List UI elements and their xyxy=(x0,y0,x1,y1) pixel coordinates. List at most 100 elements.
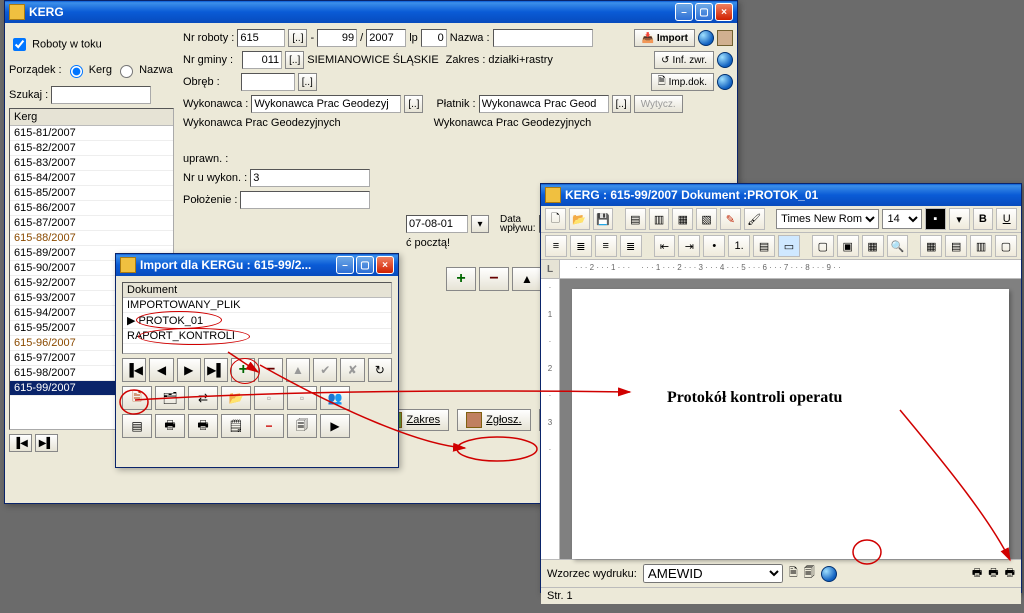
nav-up[interactable]: ▲ xyxy=(512,267,542,291)
align-justify-icon[interactable]: ≣ xyxy=(620,235,642,257)
import-ico-minus[interactable]: − xyxy=(254,414,284,438)
roboty-w-toku-checkbox[interactable] xyxy=(13,38,26,51)
font-select[interactable]: Times New Rom xyxy=(776,209,879,229)
import-ico-open[interactable]: 📂 xyxy=(221,386,251,410)
align-center-icon[interactable]: ≣ xyxy=(570,235,592,257)
list-item[interactable]: 615-81/2007 xyxy=(10,126,173,141)
import-list-item[interactable]: ▶ PROTOK_01 xyxy=(123,313,391,329)
import-last[interactable]: ▶▌ xyxy=(204,358,228,382)
import-ico-ppl[interactable]: 👥 xyxy=(320,386,350,410)
new-icon[interactable]: 🗋 xyxy=(545,208,566,230)
list-item[interactable]: 615-87/2007 xyxy=(10,216,173,231)
date-picker[interactable]: ▾ xyxy=(471,215,489,233)
zoom-icon[interactable]: 🔍 xyxy=(887,235,909,257)
import-edit[interactable]: ▲ xyxy=(286,358,310,382)
import-list[interactable]: Dokument IMPORTOWANY_PLIK▶ PROTOK_01 RAP… xyxy=(122,282,392,354)
wykonawca-input[interactable] xyxy=(251,95,401,113)
nr-roboty-seq[interactable] xyxy=(317,29,357,47)
import-ico-doc[interactable]: 🗎 xyxy=(122,386,152,410)
list-item[interactable]: 615-83/2007 xyxy=(10,156,173,171)
fill-icon[interactable]: ▣ xyxy=(837,235,859,257)
row-icon[interactable]: ▤ xyxy=(945,235,967,257)
radio-nazwa[interactable] xyxy=(120,65,133,78)
nav-minus[interactable]: − xyxy=(479,267,509,291)
list-item[interactable]: 615-85/2007 xyxy=(10,186,173,201)
import-ico-right[interactable]: ▶ xyxy=(320,414,350,438)
doc-icon[interactable]: 🗎 xyxy=(789,564,798,583)
radio-kerg[interactable] xyxy=(70,65,83,78)
globe-icon-editor[interactable] xyxy=(821,566,837,582)
import-ico-print[interactable]: 🖶 xyxy=(155,414,185,438)
view-2-icon[interactable]: ▥ xyxy=(649,208,670,230)
nav-plus[interactable]: + xyxy=(446,267,476,291)
import-ico-d1[interactable]: ▫ xyxy=(254,386,284,410)
list-item[interactable]: 615-82/2007 xyxy=(10,141,173,156)
import-del[interactable]: − xyxy=(258,358,282,382)
inf-zwr-button[interactable]: ↺Inf. zwr. xyxy=(654,51,714,69)
color-picker[interactable]: ▪ xyxy=(925,208,946,230)
import-ico-copy[interactable]: 🗐 xyxy=(287,414,317,438)
zglosz-button[interactable]: Zgłosz. xyxy=(457,409,530,431)
platnik-input[interactable] xyxy=(479,95,609,113)
import-list-item[interactable]: IMPORTOWANY_PLIK xyxy=(123,298,391,313)
list-nav-first[interactable]: ▐◀ xyxy=(9,434,32,452)
view-4-icon[interactable]: ▧ xyxy=(696,208,717,230)
import-list-item[interactable]: RAPORT_KONTROLI xyxy=(123,329,391,344)
import-next[interactable]: ▶ xyxy=(177,358,201,382)
import-button[interactable]: 📥Import xyxy=(634,29,695,47)
wytycz-button[interactable]: Wytycz. xyxy=(634,95,683,113)
nr-roboty-input[interactable] xyxy=(237,29,285,47)
view-1-icon[interactable]: ▤ xyxy=(625,208,646,230)
align-right-icon[interactable]: ≡ xyxy=(595,235,617,257)
table-icon[interactable]: ▦ xyxy=(920,235,942,257)
import-ico-d2[interactable]: ▫ xyxy=(287,386,317,410)
close-button[interactable]: × xyxy=(715,3,733,21)
list-item[interactable]: 615-84/2007 xyxy=(10,171,173,186)
import-titlebar[interactable]: Import dla KERGu : 615-99/2... – ▢ × xyxy=(116,254,398,276)
grid-icon[interactable]: ▦ xyxy=(862,235,884,257)
import-minimize-button[interactable]: – xyxy=(336,256,354,274)
underline-button[interactable]: U xyxy=(996,208,1017,230)
editor-page[interactable]: Protokół kontroli operatu xyxy=(572,289,1009,559)
print-1-icon[interactable]: 🖶 xyxy=(972,564,982,583)
wzorzec-select[interactable]: AMEWID xyxy=(643,564,783,583)
save-icon[interactable]: 💾 xyxy=(593,208,614,230)
paint-icon[interactable]: ✎ xyxy=(720,208,741,230)
print-2-icon[interactable]: 🖶 xyxy=(988,564,998,583)
lp-input[interactable] xyxy=(421,29,447,47)
size-select[interactable]: 14 xyxy=(882,209,922,229)
import-ico-note[interactable]: 🗒 xyxy=(221,414,251,438)
polozenie-input[interactable] xyxy=(240,191,370,209)
import-ico-scan[interactable]: 🖶 xyxy=(188,414,218,438)
globe-icon-3[interactable] xyxy=(717,74,733,90)
view-3-icon[interactable]: ▦ xyxy=(672,208,693,230)
people-icon[interactable] xyxy=(717,30,733,46)
list-bullet-icon[interactable]: • xyxy=(703,235,725,257)
col-icon[interactable]: ▥ xyxy=(970,235,992,257)
align-left-icon[interactable]: ≡ xyxy=(545,235,567,257)
print-3-icon[interactable]: 🖶 xyxy=(1005,564,1015,583)
indent-inc-icon[interactable]: ⇥ xyxy=(678,235,700,257)
nr-gminy-lookup[interactable]: [..] xyxy=(285,51,304,69)
list-item[interactable]: 615-88/2007 xyxy=(10,231,173,246)
import-add[interactable]: + xyxy=(231,358,255,382)
color-dropdown[interactable]: ▾ xyxy=(949,208,970,230)
obreb-lookup[interactable]: [..] xyxy=(298,73,317,91)
imp-dok-button[interactable]: 🗎Imp.dok. xyxy=(651,73,714,91)
open-icon[interactable]: 📂 xyxy=(569,208,590,230)
cell-icon[interactable]: ▢ xyxy=(995,235,1017,257)
nr-u-wykon-input[interactable] xyxy=(250,169,370,187)
import-ok[interactable]: ✔ xyxy=(313,358,337,382)
search-input[interactable] xyxy=(51,86,151,104)
kerg-titlebar[interactable]: KERG – ▢ × xyxy=(5,1,737,23)
list-item[interactable]: 615-86/2007 xyxy=(10,201,173,216)
docs-icon[interactable]: 🗐 xyxy=(804,564,815,583)
nr-roboty-year[interactable] xyxy=(366,29,406,47)
border-icon[interactable]: ▢ xyxy=(812,235,834,257)
import-cancel[interactable]: ✘ xyxy=(340,358,364,382)
nr-gminy-input[interactable] xyxy=(242,51,282,69)
nazwa-input[interactable] xyxy=(493,29,593,47)
wykonawca-lookup[interactable]: [..] xyxy=(404,95,423,113)
nr-roboty-lookup[interactable]: [..] xyxy=(288,29,307,47)
import-close-button[interactable]: × xyxy=(376,256,394,274)
